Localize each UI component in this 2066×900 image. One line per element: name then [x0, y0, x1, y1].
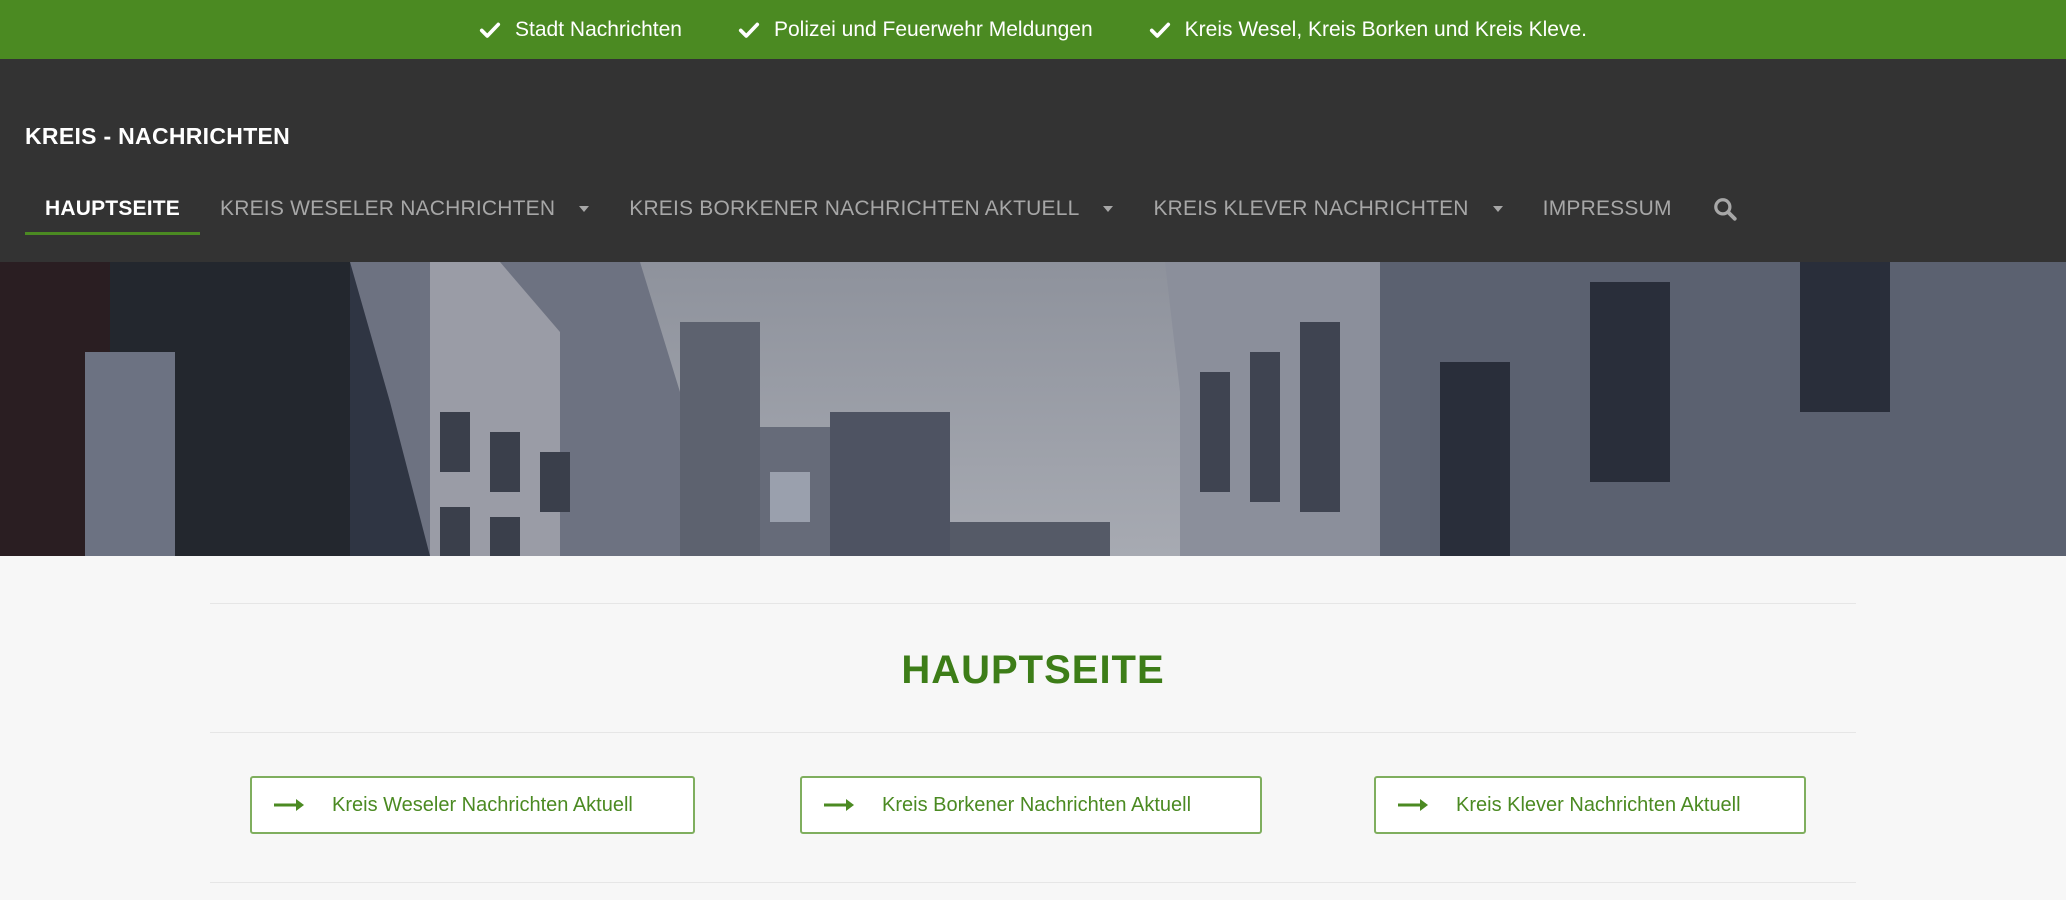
nav-item-kreis-klever[interactable]: KREIS KLEVER NACHRICHTEN [1133, 179, 1522, 239]
divider [210, 882, 1856, 883]
nav-item-hauptseite[interactable]: HAUPTSEITE [25, 179, 201, 239]
nav-item-kreis-weseler[interactable]: KREIS WESELER NACHRICHTEN [200, 179, 609, 239]
search-icon [1713, 198, 1737, 221]
topbar-item-polizei: Polizei und Feuerwehr Meldungen [738, 18, 1093, 42]
caret-down-icon [579, 206, 590, 212]
main-content: HAUPTSEITE Kreis Weseler Nachrichten Akt… [0, 556, 2066, 900]
nav-item-impressum[interactable]: IMPRESSUM [1523, 179, 1692, 239]
arrow-right-icon [1398, 799, 1428, 811]
main-nav: HAUPTSEITE KREIS WESELER NACHRICHTEN KRE… [25, 179, 1758, 239]
search-button[interactable] [1692, 179, 1758, 239]
site-title[interactable]: KREIS - NACHRICHTEN [25, 123, 290, 150]
button-kreis-borkener[interactable]: Kreis Borkener Nachrichten Aktuell [800, 776, 1262, 834]
check-icon [479, 22, 501, 38]
page-title: HAUPTSEITE [901, 648, 1165, 692]
hero-image [0, 262, 2066, 556]
divider [210, 603, 1856, 604]
button-label: Kreis Weseler Nachrichten Aktuell [332, 793, 633, 816]
topbar-label: Polizei und Feuerwehr Meldungen [773, 17, 1093, 41]
site-header: KREIS - NACHRICHTEN HAUPTSEITE KREIS WES… [0, 59, 2066, 262]
caret-down-icon [1103, 206, 1114, 212]
button-label: Kreis Borkener Nachrichten Aktuell [882, 793, 1192, 816]
button-label: Kreis Klever Nachrichten Aktuell [1456, 793, 1741, 816]
nav-label: IMPRESSUM [1542, 197, 1672, 220]
nav-label: KREIS WESELER NACHRICHTEN [220, 197, 556, 220]
divider [210, 732, 1856, 733]
arrow-right-icon [824, 799, 854, 811]
top-info-bar: Stadt Nachrichten Polizei und Feuerwehr … [0, 0, 2066, 59]
nav-label: HAUPTSEITE [45, 197, 181, 220]
nav-label: KREIS BORKENER NACHRICHTEN AKTUELL [629, 197, 1080, 220]
topbar-item-kreis: Kreis Wesel, Kreis Borken und Kreis Klev… [1149, 18, 1587, 42]
button-kreis-klever[interactable]: Kreis Klever Nachrichten Aktuell [1374, 776, 1806, 834]
check-icon [1149, 22, 1170, 38]
topbar-label: Kreis Wesel, Kreis Borken und Kreis Klev… [1184, 17, 1587, 41]
nav-item-kreis-borkener[interactable]: KREIS BORKENER NACHRICHTEN AKTUELL [609, 179, 1133, 239]
hero-street-illustration [0, 262, 2066, 556]
topbar-item-stadt: Stadt Nachrichten [479, 18, 682, 42]
caret-down-icon [1492, 206, 1503, 212]
button-kreis-weseler[interactable]: Kreis Weseler Nachrichten Aktuell [250, 776, 695, 834]
arrow-right-icon [274, 799, 304, 811]
nav-label: KREIS KLEVER NACHRICHTEN [1153, 197, 1469, 220]
topbar-label: Stadt Nachrichten [515, 17, 682, 41]
check-icon [738, 22, 760, 38]
